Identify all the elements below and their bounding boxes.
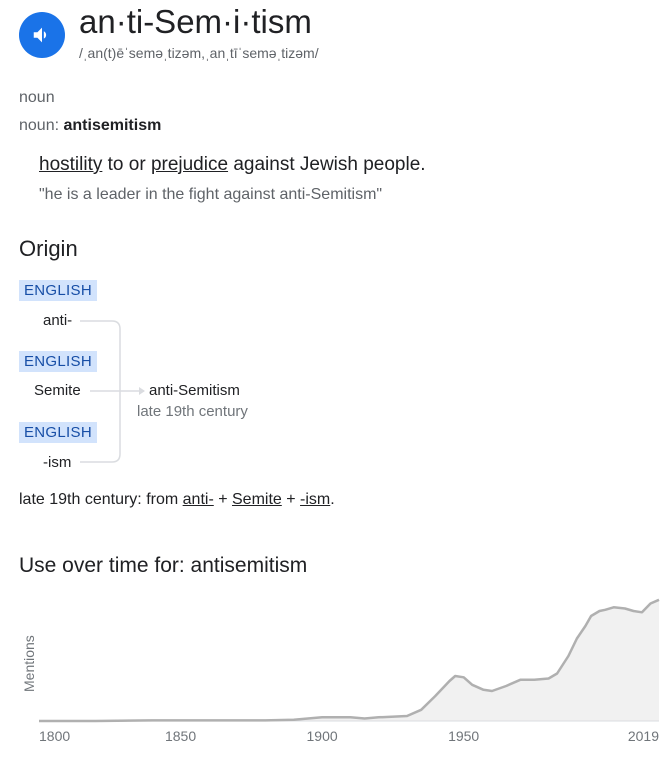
origin-result-word: anti-Semitism bbox=[149, 382, 240, 399]
origin-result-date: late 19th century bbox=[137, 403, 248, 420]
etymology-text: late 19th century: from anti- + Semite +… bbox=[19, 491, 335, 509]
etymology-link-anti[interactable]: anti- bbox=[183, 491, 214, 508]
etymology-link-ism[interactable]: -ism bbox=[300, 491, 330, 508]
x-tick-label: 2019 bbox=[628, 728, 659, 744]
usage-heading: Use over time for: antisemitism bbox=[19, 554, 308, 577]
usage-chart: 1800 1850 1900 1950 2019 bbox=[39, 598, 660, 744]
etymology-period: . bbox=[330, 491, 335, 508]
x-tick-label: 1800 bbox=[39, 728, 70, 744]
x-tick-label: 1900 bbox=[307, 728, 338, 744]
etymology-prefix: late 19th century: from bbox=[19, 491, 183, 508]
etymology-plus: + bbox=[213, 491, 232, 508]
x-tick-label: 1850 bbox=[165, 728, 196, 744]
x-tick-label: 1950 bbox=[448, 728, 479, 744]
etymology-plus: + bbox=[281, 491, 301, 508]
etymology-link-semite[interactable]: Semite bbox=[232, 491, 282, 508]
